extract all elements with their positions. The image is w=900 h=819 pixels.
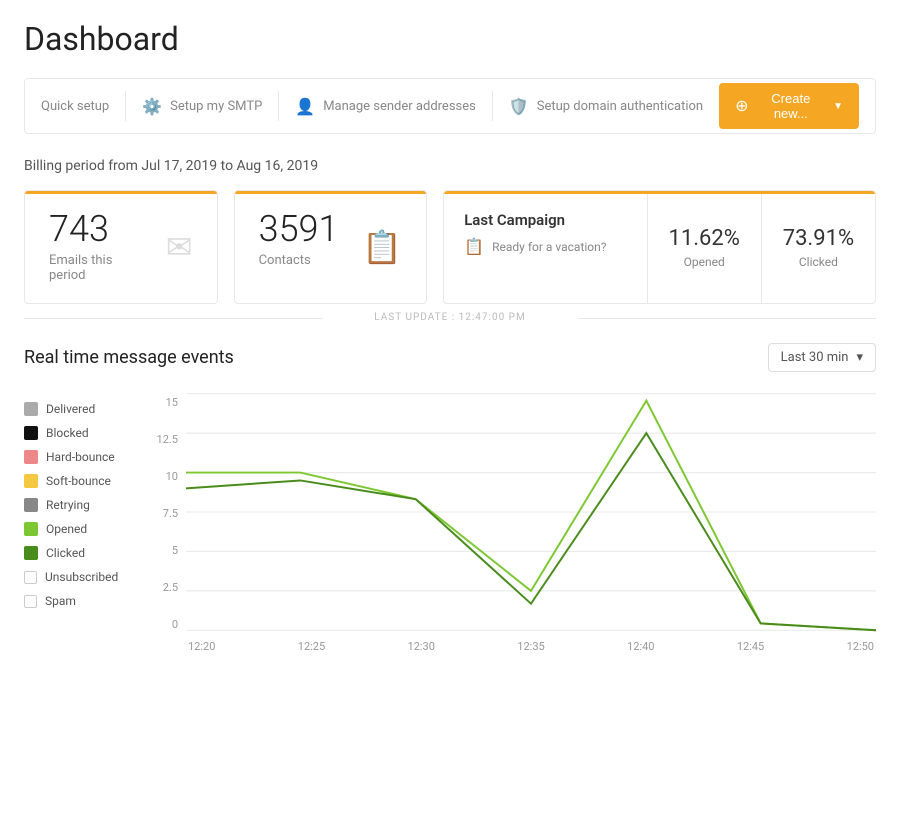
retrying-label: Retrying bbox=[46, 498, 90, 512]
soft-bounce-label: Soft-bounce bbox=[46, 474, 111, 488]
time-range-label: Last 30 min bbox=[781, 350, 849, 365]
clicked-line bbox=[186, 433, 876, 630]
sidebar-item-smtp[interactable]: ⚙️ Setup my SMTP bbox=[126, 97, 278, 116]
x-label-1235: 12:35 bbox=[517, 640, 544, 653]
spam-checkbox bbox=[24, 595, 37, 608]
page-container: Dashboard Quick setup ⚙️ Setup my SMTP 👤… bbox=[0, 0, 900, 673]
setup-bar: Quick setup ⚙️ Setup my SMTP 👤 Manage se… bbox=[24, 78, 876, 134]
chart-legend: Delivered Blocked Hard-bounce Soft-bounc… bbox=[24, 392, 134, 653]
line-chart bbox=[186, 392, 876, 632]
last-update-label: LAST UPDATE : 12:47:00 PM bbox=[374, 312, 525, 323]
page-title: Dashboard bbox=[24, 20, 876, 58]
delivered-color bbox=[24, 402, 38, 416]
stats-row: 743 Emails this period ✉ 3591 Contacts 📋… bbox=[24, 190, 876, 304]
x-label-1250: 12:50 bbox=[847, 640, 874, 653]
y-label-5: 5 bbox=[150, 544, 178, 557]
legend-hard-bounce: Hard-bounce bbox=[24, 450, 134, 464]
y-label-10: 10 bbox=[150, 470, 178, 483]
domain-label: Setup domain authentication bbox=[537, 99, 703, 114]
x-label-1220: 12:20 bbox=[188, 640, 215, 653]
sender-icon: 👤 bbox=[295, 97, 315, 116]
x-axis-labels: 12:20 12:25 12:30 12:35 12:40 12:45 12:5… bbox=[186, 640, 876, 653]
smtp-icon: ⚙️ bbox=[142, 97, 162, 116]
contacts-number: 3591 bbox=[259, 211, 339, 247]
legend-unsubscribed: Unsubscribed bbox=[24, 570, 134, 584]
plus-icon: ⊕ bbox=[735, 96, 748, 116]
chart-wrap: 15 12.5 10 7.5 5 2.5 0 bbox=[150, 392, 876, 653]
x-label-1240: 12:40 bbox=[627, 640, 654, 653]
realtime-header: Real time message events Last 30 min ▾ bbox=[24, 343, 876, 372]
campaign-card: Last Campaign 📋 Ready for a vacation? 11… bbox=[443, 190, 876, 304]
time-range-dropdown[interactable]: Last 30 min ▾ bbox=[768, 343, 876, 372]
emails-stat-card: 743 Emails this period ✉ bbox=[24, 190, 218, 304]
opened-metric: 11.62% Opened bbox=[648, 191, 762, 303]
email-icon: ✉ bbox=[166, 228, 193, 266]
create-new-button[interactable]: ⊕ Create new... ▼ bbox=[719, 83, 859, 129]
blocked-label: Blocked bbox=[46, 426, 89, 440]
retrying-color bbox=[24, 498, 38, 512]
unsubscribed-label: Unsubscribed bbox=[45, 570, 118, 584]
billing-period: Billing period from Jul 17, 2019 to Aug … bbox=[24, 158, 876, 174]
y-label-2-5: 2.5 bbox=[150, 581, 178, 594]
delivered-label: Delivered bbox=[46, 402, 95, 416]
legend-blocked: Blocked bbox=[24, 426, 134, 440]
emails-number: 743 bbox=[49, 211, 150, 247]
campaign-info: Last Campaign 📋 Ready for a vacation? bbox=[444, 191, 647, 303]
campaign-name: Ready for a vacation? bbox=[492, 240, 606, 254]
sidebar-item-domain[interactable]: 🛡️ Setup domain authentication bbox=[493, 97, 719, 116]
clicked-value: 73.91% bbox=[778, 226, 859, 251]
contacts-stat-card: 3591 Contacts 📋 bbox=[234, 190, 428, 304]
campaign-title: Last Campaign bbox=[464, 211, 626, 229]
dropdown-arrow-icon: ▼ bbox=[833, 101, 843, 112]
hard-bounce-color bbox=[24, 450, 38, 464]
dropdown-chevron-icon: ▾ bbox=[856, 350, 863, 365]
emails-info: 743 Emails this period bbox=[49, 211, 150, 283]
clicked-color bbox=[24, 546, 38, 560]
soft-bounce-color bbox=[24, 474, 38, 488]
opened-color bbox=[24, 522, 38, 536]
legend-soft-bounce: Soft-bounce bbox=[24, 474, 134, 488]
legend-opened: Opened bbox=[24, 522, 134, 536]
y-label-0: 0 bbox=[150, 618, 178, 631]
opened-label: Opened bbox=[664, 255, 745, 269]
y-label-7-5: 7.5 bbox=[150, 507, 178, 520]
x-label-1230: 12:30 bbox=[408, 640, 435, 653]
campaign-subtitle: 📋 Ready for a vacation? bbox=[464, 237, 626, 256]
last-update: LAST UPDATE : 12:47:00 PM bbox=[24, 312, 876, 323]
opened-value: 11.62% bbox=[664, 226, 745, 251]
spam-label: Spam bbox=[45, 594, 76, 608]
hard-bounce-label: Hard-bounce bbox=[46, 450, 115, 464]
opened-legend-label: Opened bbox=[46, 522, 87, 536]
svg-chart-area: 12:20 12:25 12:30 12:35 12:40 12:45 12:5… bbox=[186, 392, 876, 653]
y-axis-labels: 15 12.5 10 7.5 5 2.5 0 bbox=[150, 392, 186, 653]
quick-setup-label: Quick setup bbox=[41, 99, 109, 114]
clicked-metric: 73.91% Clicked bbox=[762, 191, 875, 303]
clicked-label: Clicked bbox=[778, 255, 859, 269]
smtp-label: Setup my SMTP bbox=[170, 99, 262, 114]
legend-delivered: Delivered bbox=[24, 402, 134, 416]
legend-retrying: Retrying bbox=[24, 498, 134, 512]
sender-label: Manage sender addresses bbox=[323, 99, 476, 114]
legend-spam: Spam bbox=[24, 594, 134, 608]
unsubscribed-checkbox bbox=[24, 571, 37, 584]
sidebar-item-quick-setup[interactable]: Quick setup bbox=[41, 99, 125, 114]
create-button-label: Create new... bbox=[755, 91, 828, 121]
y-label-15: 15 bbox=[150, 396, 178, 409]
legend-clicked: Clicked bbox=[24, 546, 134, 560]
emails-label: Emails this period bbox=[49, 253, 150, 283]
x-label-1225: 12:25 bbox=[298, 640, 325, 653]
chart-container: Delivered Blocked Hard-bounce Soft-bounc… bbox=[24, 392, 876, 653]
y-label-12-5: 12.5 bbox=[150, 433, 178, 446]
contacts-label: Contacts bbox=[259, 253, 339, 268]
sidebar-item-sender[interactable]: 👤 Manage sender addresses bbox=[279, 97, 492, 116]
opened-line bbox=[186, 401, 876, 631]
contacts-info: 3591 Contacts bbox=[259, 211, 339, 268]
domain-icon: 🛡️ bbox=[509, 97, 529, 116]
campaign-icon: 📋 bbox=[464, 237, 484, 256]
realtime-title: Real time message events bbox=[24, 347, 234, 368]
x-label-1245: 12:45 bbox=[737, 640, 764, 653]
clicked-legend-label: Clicked bbox=[46, 546, 85, 560]
blocked-color bbox=[24, 426, 38, 440]
contacts-icon: 📋 bbox=[362, 228, 402, 266]
